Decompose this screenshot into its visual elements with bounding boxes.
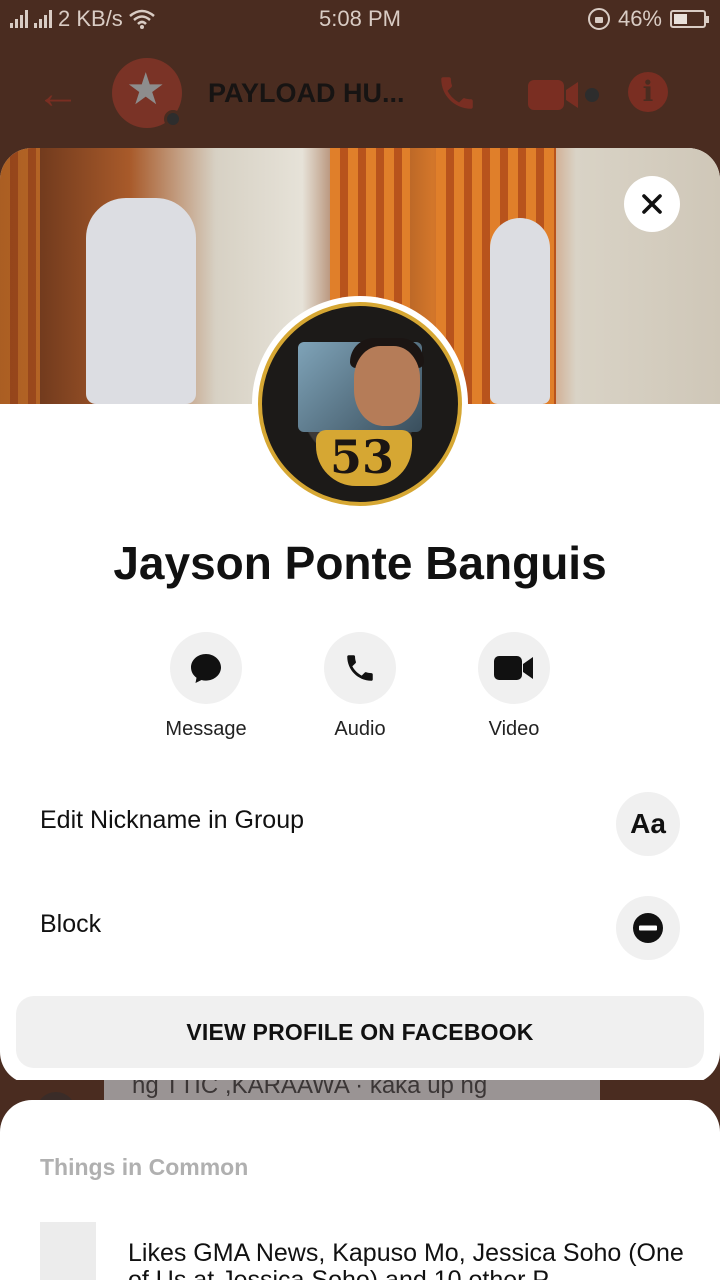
block-label: Block bbox=[40, 910, 102, 938]
message-button[interactable] bbox=[170, 632, 242, 704]
back-arrow-icon[interactable]: ← bbox=[36, 72, 80, 116]
video-camera-icon bbox=[494, 656, 533, 680]
cover-figure bbox=[490, 218, 550, 404]
text-style-icon[interactable]: Aa bbox=[616, 792, 680, 856]
status-right: 46% bbox=[587, 6, 709, 32]
status-bar: 2 KB/s 5:08 PM 46% bbox=[0, 0, 720, 40]
phone-icon bbox=[347, 655, 373, 681]
info-icon[interactable]: i bbox=[628, 72, 668, 112]
audio-label: Audio bbox=[334, 718, 386, 740]
avatar-image: 53 bbox=[258, 302, 462, 506]
edit-nickname-row[interactable]: Edit Nickname in Group Aa bbox=[0, 778, 720, 868]
phone-icon[interactable] bbox=[436, 72, 478, 114]
rotation-lock-icon bbox=[587, 8, 610, 30]
message-action[interactable]: Message bbox=[141, 632, 271, 741]
avatar-face bbox=[354, 346, 420, 426]
presence-dot bbox=[164, 110, 182, 128]
battery-fill bbox=[674, 14, 687, 24]
audio-button[interactable] bbox=[324, 632, 396, 704]
audio-action[interactable]: Audio bbox=[295, 632, 425, 741]
profile-avatar: 53 bbox=[252, 296, 468, 512]
profile-name: Jayson Ponte Banguis bbox=[113, 537, 607, 589]
battery-icon bbox=[670, 10, 709, 28]
video-button[interactable] bbox=[478, 632, 550, 704]
video-action[interactable]: Video bbox=[449, 632, 579, 741]
profile-card: 53 Jayson Ponte Banguis Message Audio Vi… bbox=[0, 148, 720, 1084]
avatar-number: 53 bbox=[330, 430, 395, 484]
video-camera-icon[interactable] bbox=[528, 78, 602, 112]
common-thumbnail bbox=[40, 1222, 96, 1280]
video-label: Video bbox=[488, 718, 540, 740]
block-icon bbox=[633, 913, 663, 943]
close-button[interactable] bbox=[624, 176, 680, 232]
block-button[interactable] bbox=[616, 896, 680, 960]
common-item-text-cont: of Us at Jessica Soho) and 10 other P bbox=[128, 1266, 550, 1280]
message-label: Message bbox=[165, 718, 247, 740]
close-icon bbox=[642, 194, 662, 214]
common-item-text: Likes GMA News, Kapuso Mo, Jessica Soho … bbox=[128, 1239, 684, 1267]
edit-nickname-label: Edit Nickname in Group bbox=[40, 806, 305, 834]
chat-header: ← ★ PAYLOAD HU... i bbox=[0, 40, 720, 150]
block-row[interactable]: Block bbox=[0, 882, 720, 972]
battery-percent: 46% bbox=[617, 6, 662, 31]
cover-figure bbox=[86, 198, 196, 404]
things-in-common-sheet: Things in Common Likes GMA News, Kapuso … bbox=[0, 1100, 720, 1280]
action-row: Message Audio Video bbox=[0, 632, 720, 742]
things-in-common-title: Things in Common bbox=[40, 1154, 249, 1180]
star-icon: ★ bbox=[126, 65, 166, 114]
cover-curtain bbox=[0, 148, 40, 404]
message-bubble-icon bbox=[191, 654, 221, 683]
view-profile-button[interactable]: VIEW PROFILE ON FACEBOOK bbox=[16, 996, 704, 1068]
chat-title[interactable]: PAYLOAD HU... bbox=[208, 78, 405, 109]
